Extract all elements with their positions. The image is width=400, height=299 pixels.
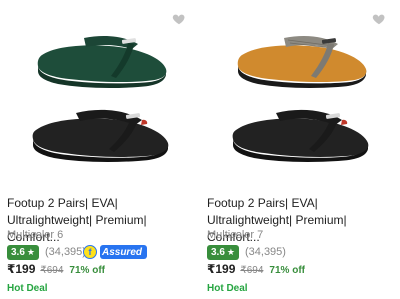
rating-value: 3.6 [11, 246, 25, 258]
product-image[interactable] [14, 22, 186, 194]
flipkart-assured-icon: f [82, 245, 97, 259]
star-icon: ★ [226, 246, 235, 257]
original-price: ₹694 [240, 265, 264, 276]
rating-count: (34,395) [44, 246, 86, 258]
selling-price: ₹199 [7, 262, 36, 276]
product-card-1[interactable]: Footup 2 Pairs| EVA| Ultralightweight| P… [0, 0, 200, 299]
slipper-bottom [232, 109, 369, 162]
rating-row: 3.6 ★ (34,395) f Assured [7, 244, 147, 260]
discount-percent: 71% off [69, 265, 105, 276]
price-row: ₹199 ₹694 71% off [7, 262, 105, 276]
rating-row: 3.6 ★ (34,395) [207, 244, 286, 260]
price-row: ₹199 ₹694 71% off [207, 262, 305, 276]
product-variant: Multicolor 7 [207, 229, 264, 241]
assured-badge-wrapper: f Assured [82, 245, 147, 260]
product-card-2[interactable]: Footup 2 Pairs| EVA| Ultralightweight| P… [200, 0, 400, 299]
discount-percent: 71% off [269, 265, 305, 276]
deal-label: Hot Deal [7, 283, 48, 294]
star-icon: ★ [26, 246, 35, 257]
assured-label: Assured [101, 246, 142, 258]
rating-badge: 3.6 ★ [207, 244, 239, 260]
product-image[interactable] [214, 22, 386, 194]
deal-label: Hot Deal [207, 283, 248, 294]
product-variant: Multicolor 6 [7, 229, 64, 241]
slipper-top [37, 36, 167, 88]
rating-badge: 3.6 ★ [7, 244, 39, 260]
assured-badge: Assured [99, 245, 147, 259]
selling-price: ₹199 [207, 262, 236, 276]
rating-value: 3.6 [211, 246, 225, 258]
slipper-top [237, 36, 367, 88]
original-price: ₹694 [40, 265, 64, 276]
rating-count: (34,395) [244, 246, 286, 258]
slipper-bottom [32, 109, 169, 162]
